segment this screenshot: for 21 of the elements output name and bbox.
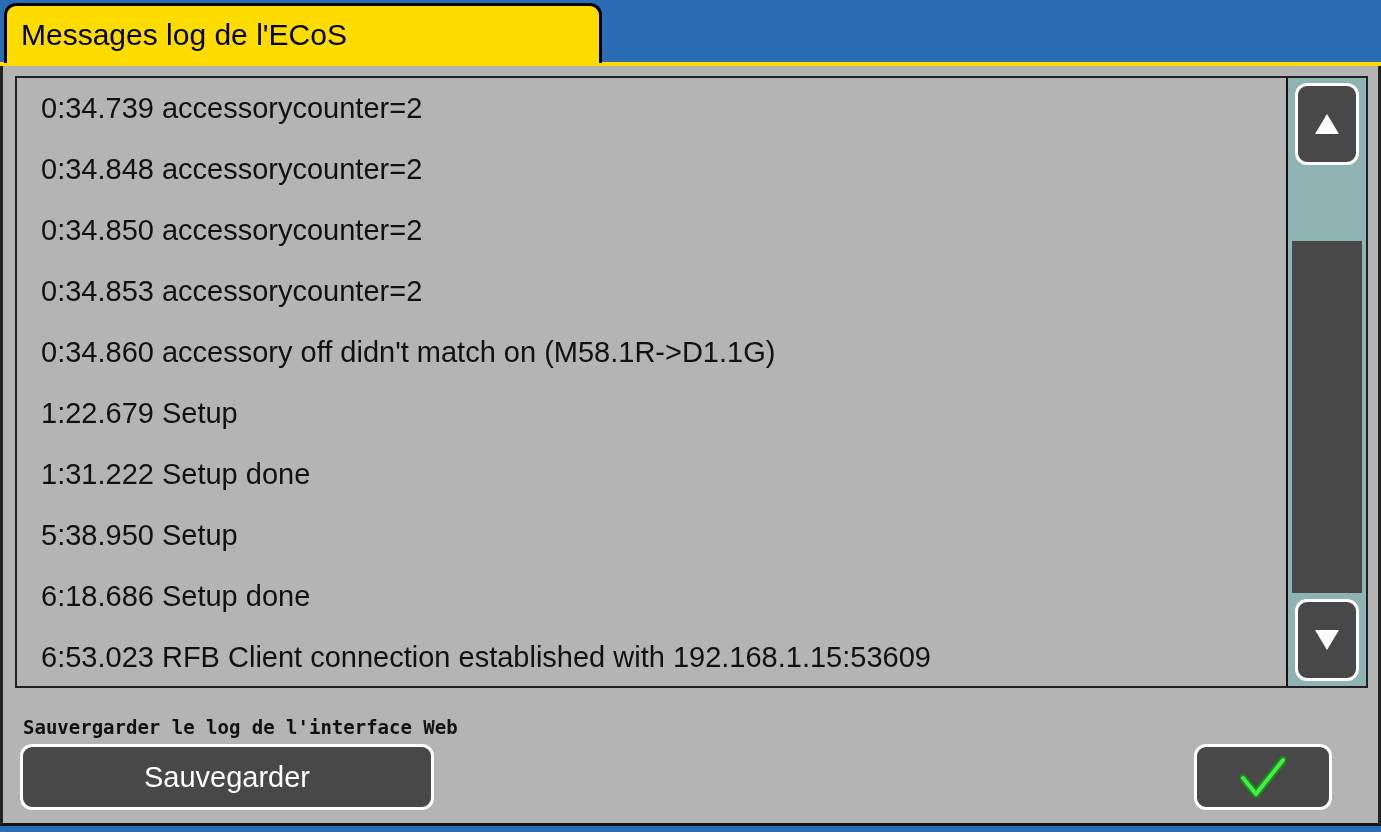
log-entry: 0:34.860 accessory off didn't match on (M58.1R->D1.1G) (41, 335, 777, 370)
save-caption: Sauvergarder le log de l'interface Web (23, 716, 459, 738)
scroll-down-button[interactable] (1295, 599, 1359, 681)
log-entry: 0:34.850 accessorycounter=2 (41, 213, 424, 248)
log-entry: 0:34.853 accessorycounter=2 (41, 274, 424, 309)
scroll-up-button[interactable] (1295, 83, 1359, 165)
log-entry: 6:18.686 Setup done (41, 579, 312, 614)
scroll-thumb[interactable] (1292, 241, 1362, 593)
log-entry: 6:53.023 RFB Client connection established with 192.168.1.15:53609 (41, 640, 932, 675)
log-entry: 1:22.679 Setup (41, 396, 239, 431)
scrollbar[interactable] (1288, 78, 1366, 686)
log-entry: 0:34.848 accessorycounter=2 (41, 152, 424, 187)
window-tab[interactable]: Messages log de l'ECoS (4, 3, 602, 63)
log-entry: 5:38.950 Setup (41, 518, 239, 553)
log-entry: 1:31.222 Setup done (41, 457, 312, 492)
up-triangle-icon (1313, 112, 1341, 136)
checkmark-icon (1240, 756, 1286, 798)
ok-button[interactable] (1194, 744, 1332, 810)
down-triangle-icon (1313, 628, 1341, 652)
save-button[interactable]: Sauvegarder (20, 744, 434, 810)
log-entry: 0:34.739 accessorycounter=2 (41, 91, 424, 126)
